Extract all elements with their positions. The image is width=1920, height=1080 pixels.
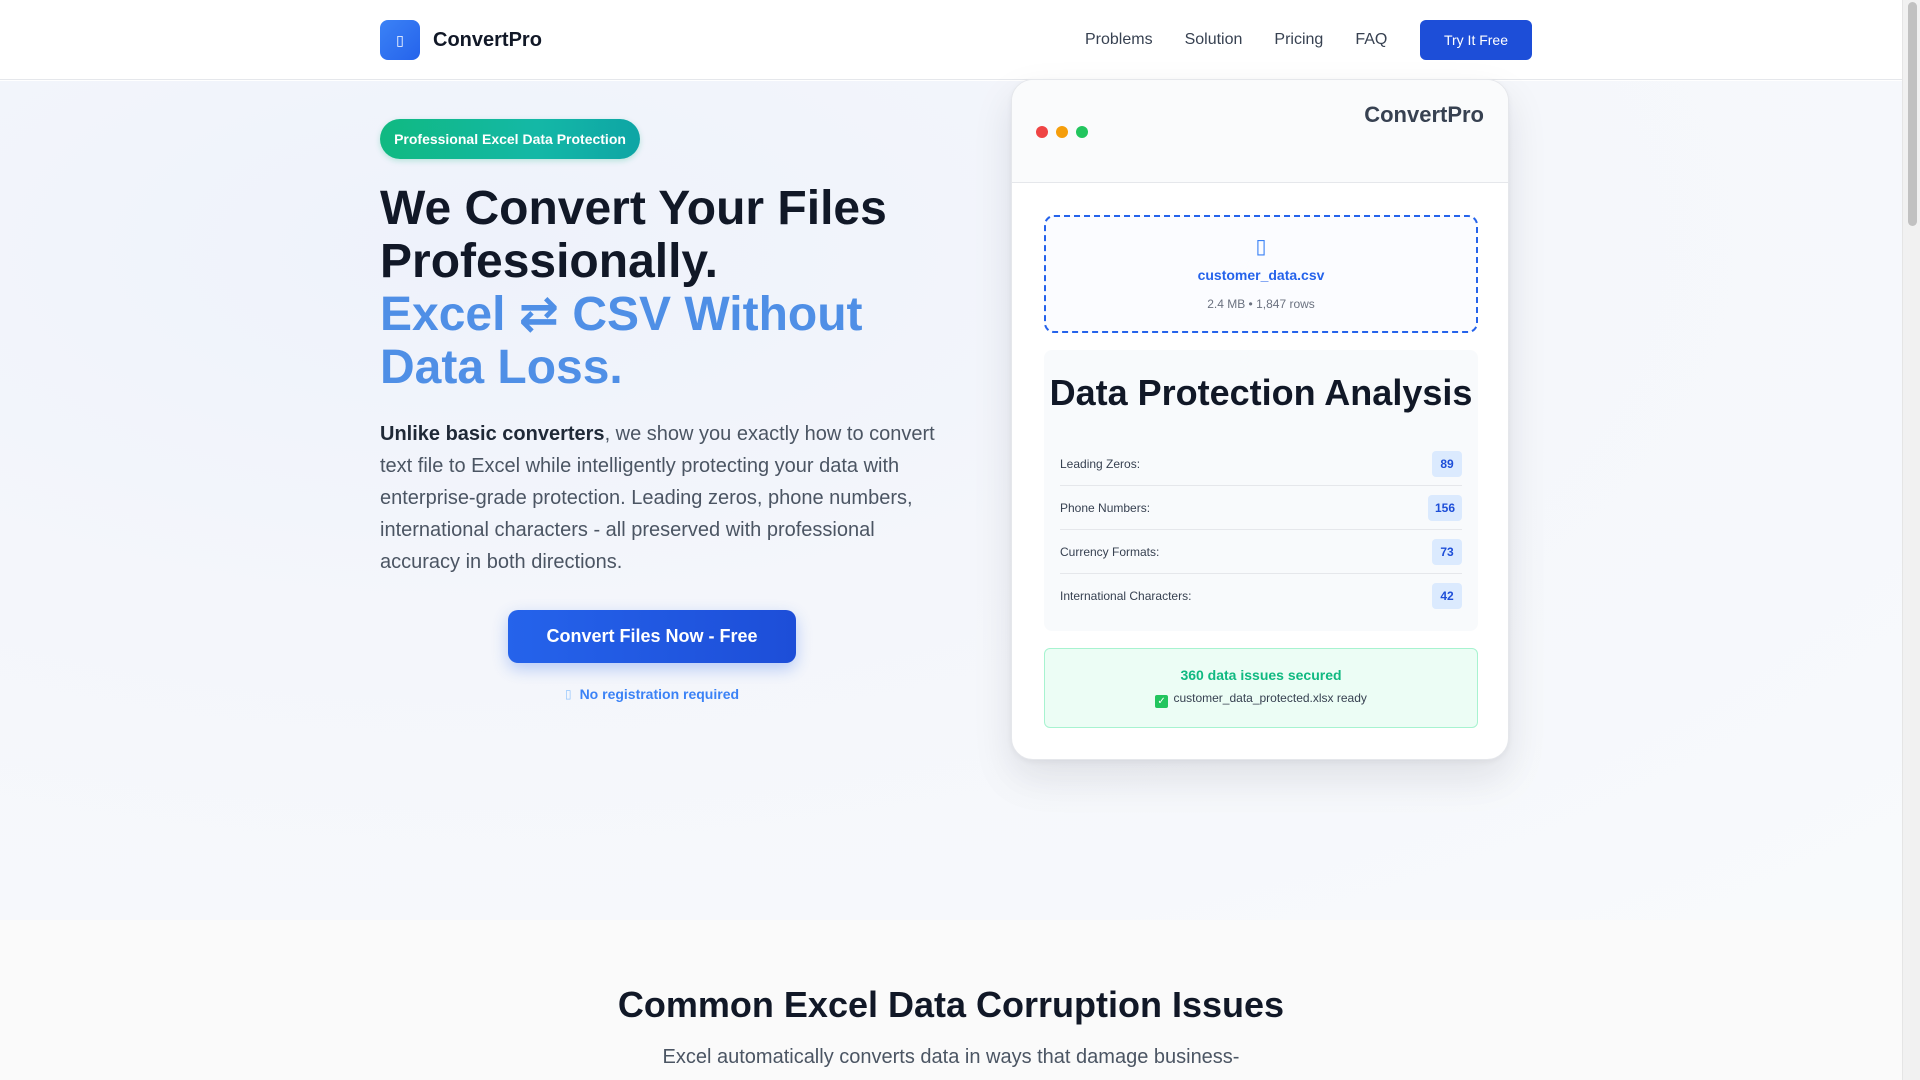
check-icon: ✓ <box>1155 695 1169 708</box>
analysis-title: Data Protection Analysis <box>1049 372 1473 413</box>
analysis-row-count: 89 <box>1432 450 1462 477</box>
site-header: ▯ ConvertPro Problems Solution Pricing F… <box>0 0 1902 80</box>
issues-subtitle: Excel automatically converts data in way… <box>662 1046 1240 1068</box>
try-it-free-button[interactable]: Try It Free <box>1420 20 1532 60</box>
analysis-row: Phone Numbers: 156 <box>1060 486 1462 530</box>
app-mockup: ConvertPro ▯ customer_data.csv 2.4 MB • … <box>1011 79 1509 760</box>
hero-title: We Convert Your Files Professionally. Ex… <box>380 182 940 394</box>
brand-name: ConvertPro <box>433 28 542 51</box>
secured-file-line: ✓ customer_data_protected.xlsx ready <box>1045 691 1477 708</box>
issues-section: Common Excel Data Corruption Issues Exce… <box>0 920 1902 1080</box>
main-nav: Problems Solution Pricing FAQ <box>1085 20 1387 60</box>
window-close-dot <box>1036 126 1048 138</box>
analysis-row-count: 156 <box>1427 494 1462 521</box>
analysis-row: Currency Formats: 73 <box>1060 530 1462 574</box>
file-drop-zone[interactable]: ▯ customer_data.csv 2.4 MB • 1,847 rows <box>1044 215 1478 333</box>
hero-description-rest: , we show you exactly how to convert tex… <box>380 423 935 573</box>
file-meta: 2.4 MB • 1,847 rows <box>1207 297 1315 311</box>
scrollbar-thumb[interactable] <box>1908 2 1917 226</box>
mockup-title: ConvertPro <box>1364 102 1484 127</box>
hero-section <box>0 81 1902 920</box>
page-scrollbar[interactable] <box>1902 0 1920 1080</box>
analysis-panel: Data Protection Analysis Leading Zeros: … <box>1044 350 1478 631</box>
analysis-row-count: 42 <box>1432 583 1462 609</box>
window-minimize-dot <box>1056 126 1068 138</box>
analysis-row-label: International Characters: <box>1060 589 1192 603</box>
file-icon: ▯ <box>1255 236 1267 258</box>
hero-badge: Professional Excel Data Protection <box>380 119 640 159</box>
analysis-row-count: 73 <box>1432 538 1462 565</box>
file-name: customer_data.csv <box>1197 267 1325 283</box>
analysis-row: International Characters: 42 <box>1060 574 1462 618</box>
analysis-row-label: Currency Formats: <box>1060 544 1160 559</box>
convert-files-button[interactable]: Convert Files Now - Free <box>508 610 796 663</box>
hero-title-accent: Excel ⇄ CSV Without Data Loss. <box>380 288 863 394</box>
issues-title: Common Excel Data Corruption Issues <box>617 984 1285 1025</box>
lock-icon: ▯ <box>564 687 572 701</box>
nav-link-pricing[interactable]: Pricing <box>1274 31 1323 49</box>
secured-title: 360 data issues secured <box>1180 667 1342 683</box>
hero-description-strong: Unlike basic converters <box>380 423 605 445</box>
window-maximize-dot <box>1076 126 1088 138</box>
analysis-list: Leading Zeros: 89 Phone Numbers: 156 Cur… <box>1060 442 1462 618</box>
secured-file-name: customer_data_protected.xlsx ready <box>1173 691 1367 705</box>
secured-banner: 360 data issues secured ✓ customer_data_… <box>1044 648 1478 728</box>
hero-description: Unlike basic converters, we show you exa… <box>380 418 940 578</box>
nav-link-faq[interactable]: FAQ <box>1355 31 1387 49</box>
hero-title-main: We Convert Your Files Professionally. <box>380 182 887 288</box>
nav-link-solution[interactable]: Solution <box>1185 31 1243 49</box>
file-convert-icon: ▯ <box>380 20 420 60</box>
no-registration-text: No registration required <box>579 686 740 702</box>
analysis-row: Leading Zeros: 89 <box>1060 442 1462 486</box>
brand[interactable]: ▯ ConvertPro <box>380 20 542 60</box>
analysis-row-label: Phone Numbers: <box>1060 500 1151 515</box>
mockup-titlebar: ConvertPro <box>1012 80 1508 183</box>
no-registration-note: ▯ No registration required <box>508 686 796 702</box>
nav-link-problems[interactable]: Problems <box>1085 31 1153 49</box>
analysis-row-label: Leading Zeros: <box>1060 456 1141 471</box>
